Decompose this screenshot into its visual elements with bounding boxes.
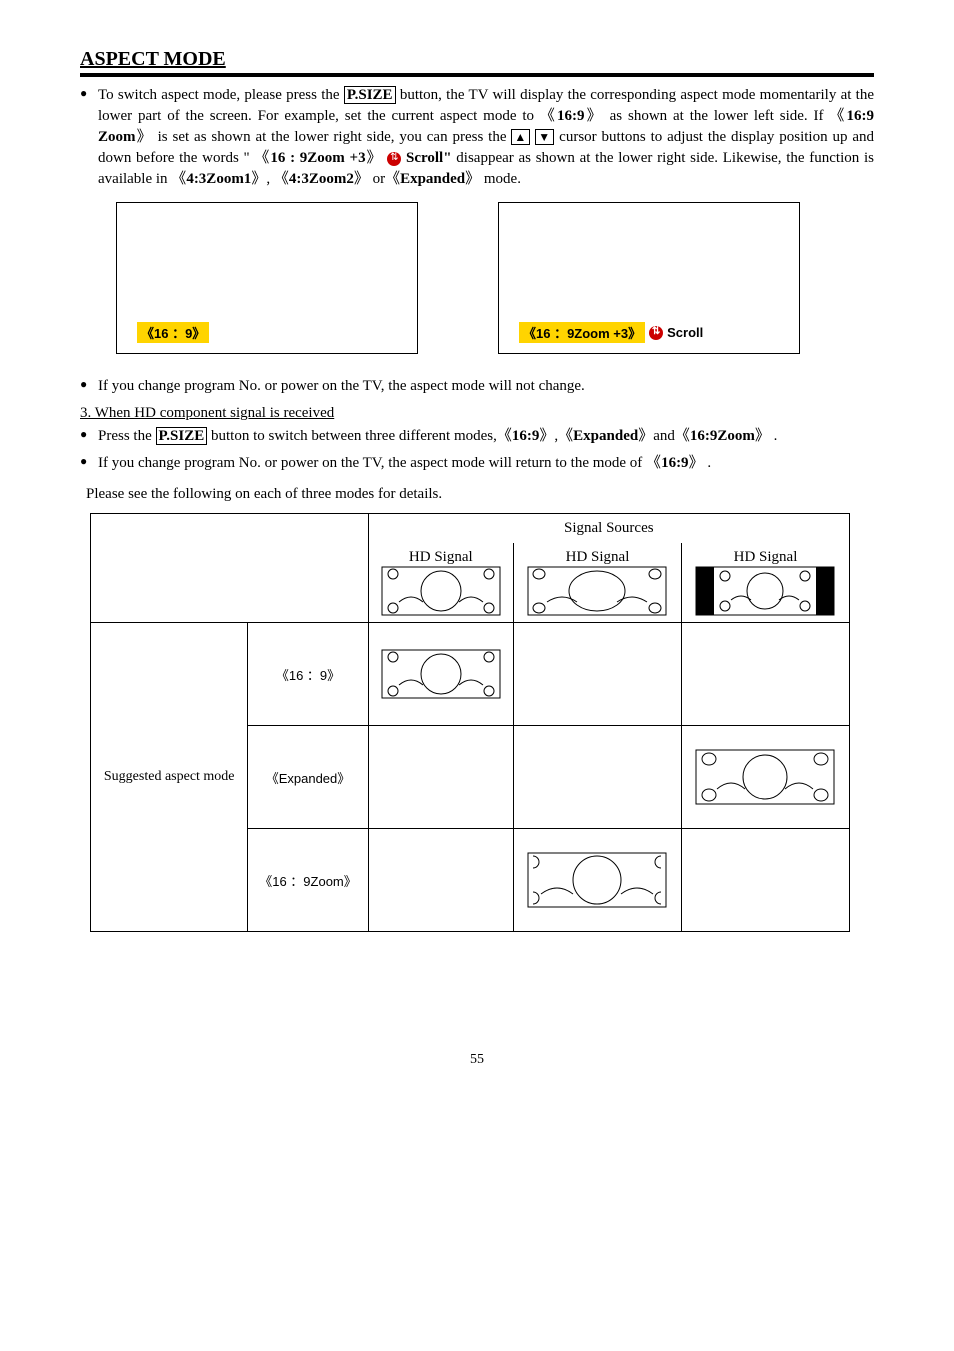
tv-left: 《16 ：9》 (116, 202, 418, 354)
mode-row-expanded: 《Expanded》 (248, 726, 368, 829)
tv-left-label: 《16 ：9》 (137, 322, 209, 343)
face-full-icon (381, 566, 501, 616)
face-pillarbox-icon (695, 566, 835, 616)
down-arrow-icon: ▼ (535, 129, 554, 145)
face-wide-icon (527, 566, 667, 616)
section-3-heading: 3. When HD component signal is received (80, 405, 874, 422)
bullet-3a: Press the P.SIZE button to switch betwee… (98, 426, 874, 447)
section-title: ASPECT MODE (80, 48, 874, 71)
modes-table: Signal Sources HD Signal HD Signal (90, 513, 850, 932)
mode-row-16-9zoom: 《16 ：9Zoom》 (248, 829, 368, 932)
scroll-icon (387, 152, 401, 166)
psize-button-label: P.SIZE (156, 427, 208, 445)
paragraph-1: To switch aspect mode, please press the … (98, 85, 874, 190)
tv-right-label: 《16 ：9Zoom +3》 Scroll (519, 322, 703, 343)
cell-16-9-col1 (368, 623, 513, 726)
hd-signal-col-1: HD Signal (368, 543, 513, 623)
cell-16-9zoom-col2 (514, 829, 682, 932)
scroll-icon (649, 326, 663, 340)
hd-signal-col-2: HD Signal (514, 543, 682, 623)
up-arrow-icon: ▲ (511, 129, 530, 145)
signal-sources-header: Signal Sources (368, 514, 849, 544)
bullet-no-change: If you change program No. or power on th… (98, 376, 874, 397)
bullet-3b: If you change program No. or power on th… (98, 453, 874, 474)
mode-row-16-9: 《16 ：9》 (248, 623, 368, 726)
tv-right: 《16 ：9Zoom +3》 Scroll (498, 202, 800, 354)
title-rule (80, 73, 874, 77)
psize-button-label: P.SIZE (344, 86, 396, 104)
hd-signal-col-3: HD Signal (681, 543, 849, 623)
cell-expanded-col3 (681, 726, 849, 829)
page-number: 55 (80, 1052, 874, 1068)
tv-screens-row: 《16 ：9》 《16 ：9Zoom +3》 Scroll (116, 202, 874, 354)
note-text: Please see the following on each of thre… (86, 486, 874, 503)
suggested-aspect-mode-label: Suggested aspect mode (91, 623, 248, 932)
